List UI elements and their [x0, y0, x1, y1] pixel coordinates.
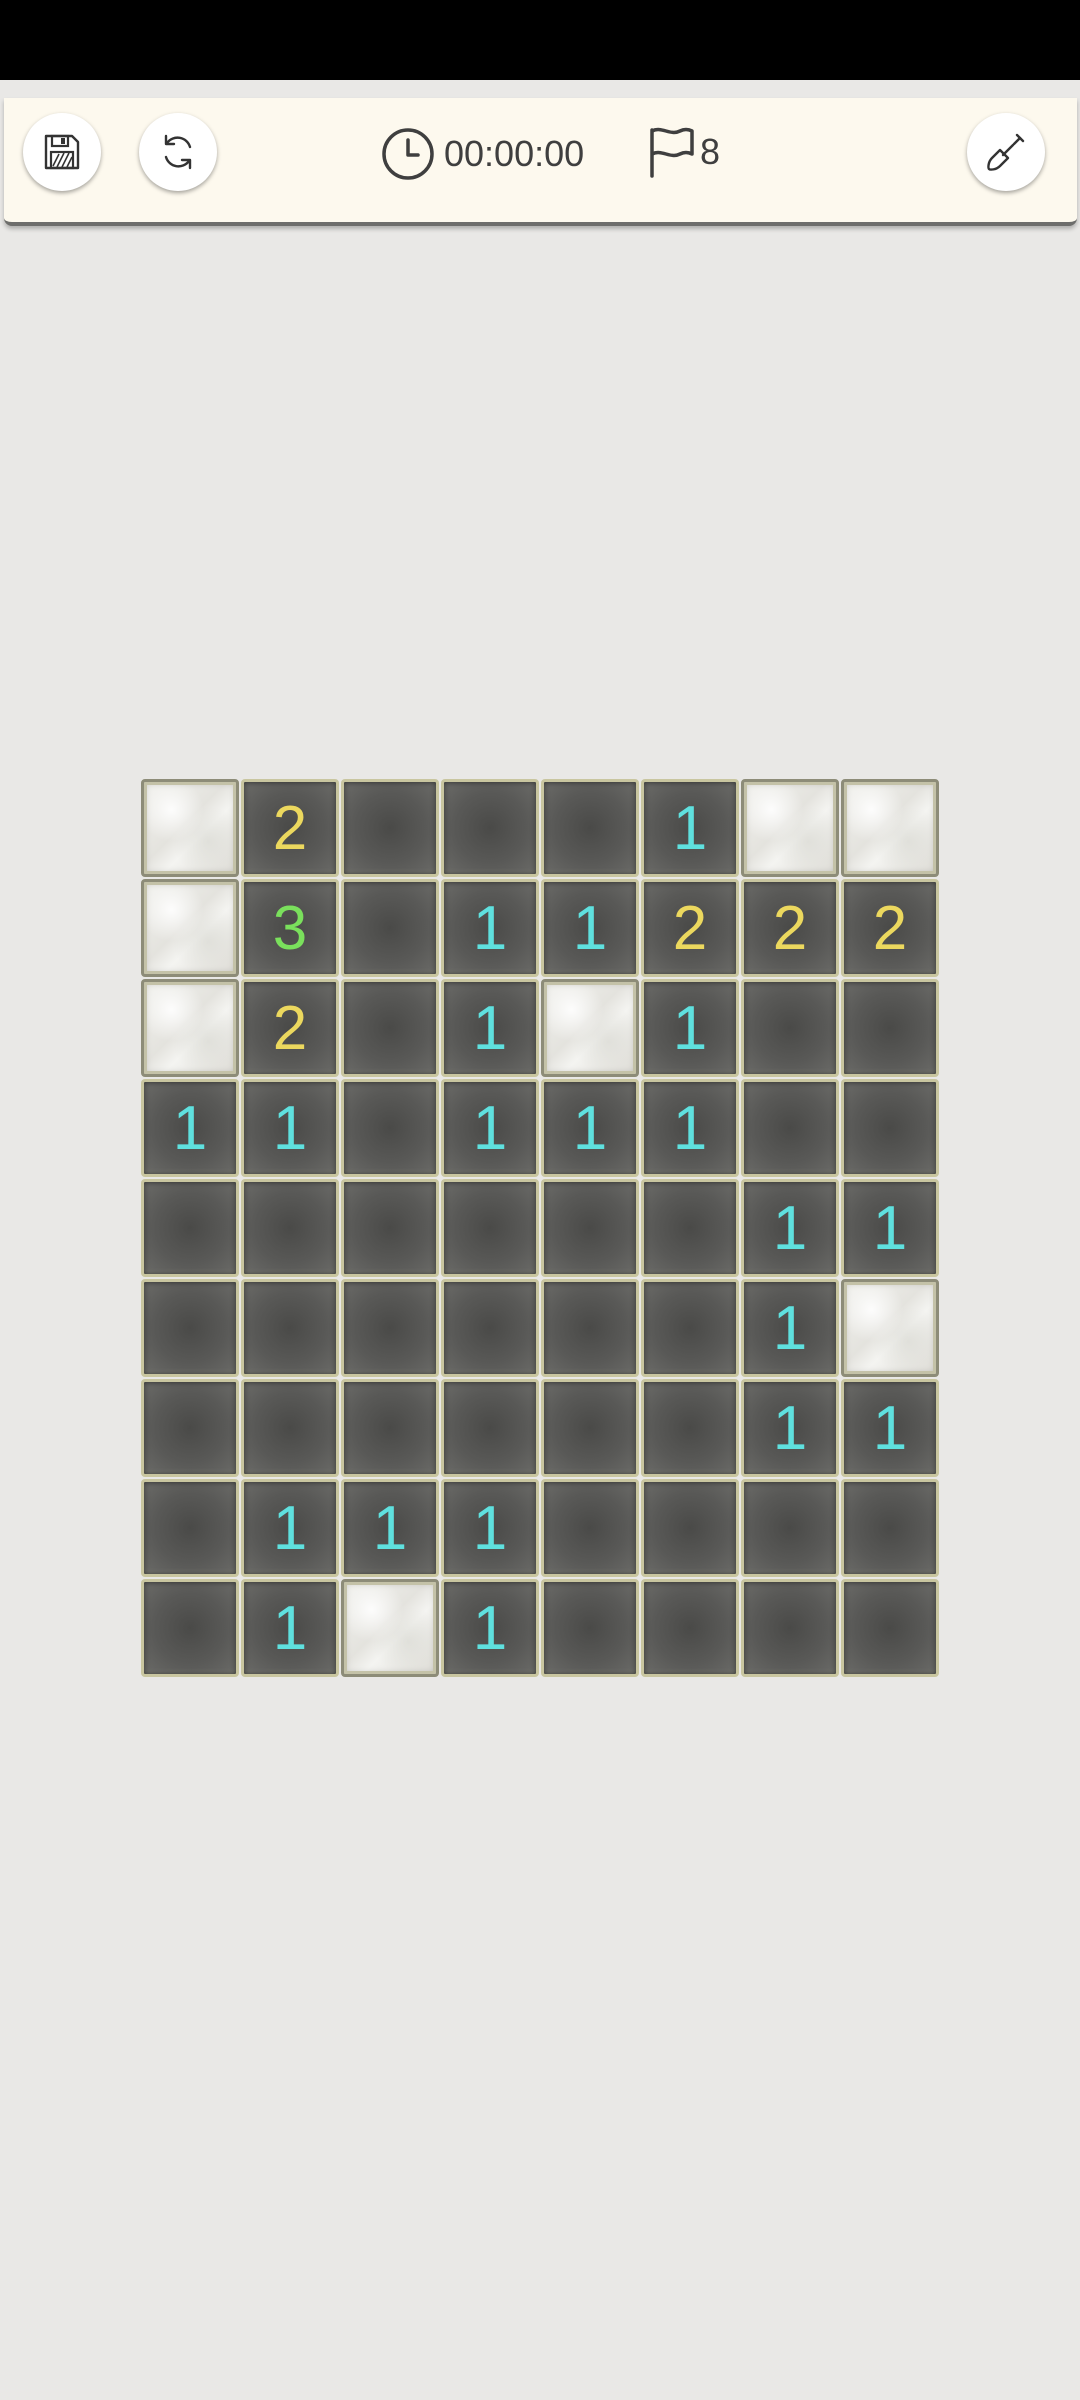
cell-empty[interactable] [741, 979, 839, 1077]
cell-number[interactable]: 1 [741, 1379, 839, 1477]
cell-number[interactable]: 3 [241, 879, 339, 977]
cell-number[interactable]: 1 [841, 1179, 939, 1277]
cell-empty[interactable] [841, 979, 939, 1077]
cell-number[interactable]: 1 [641, 779, 739, 877]
cell-unrevealed[interactable] [541, 979, 639, 1077]
cell-empty[interactable] [441, 1379, 539, 1477]
cell-empty[interactable] [641, 1479, 739, 1577]
cell-unrevealed[interactable] [141, 879, 239, 977]
cell-number[interactable]: 1 [341, 1479, 439, 1577]
cell-unrevealed[interactable] [141, 779, 239, 877]
cell-number[interactable]: 2 [241, 979, 339, 1077]
cell-empty[interactable] [141, 1379, 239, 1477]
cell-number[interactable]: 2 [841, 879, 939, 977]
cell-empty[interactable] [641, 1279, 739, 1377]
cell-empty[interactable] [341, 1279, 439, 1377]
cell-unrevealed[interactable] [841, 1279, 939, 1377]
cell-number[interactable]: 1 [441, 879, 539, 977]
cell-number[interactable]: 1 [641, 979, 739, 1077]
cell-empty[interactable] [241, 1379, 339, 1477]
toolbar: 00:00:00 8 [4, 98, 1077, 226]
flag-counter: 8 [646, 122, 720, 182]
cell-empty[interactable] [341, 1079, 439, 1177]
cell-number[interactable]: 1 [141, 1079, 239, 1177]
cell-empty[interactable] [641, 1579, 739, 1677]
cell-empty[interactable] [141, 1579, 239, 1677]
cell-number[interactable]: 2 [641, 879, 739, 977]
save-button[interactable] [23, 113, 101, 191]
restart-icon [164, 134, 192, 170]
cell-empty[interactable] [541, 1279, 639, 1377]
cell-unrevealed[interactable] [141, 979, 239, 1077]
cell-empty[interactable] [341, 1179, 439, 1277]
save-icon [44, 134, 80, 170]
cell-empty[interactable] [741, 1079, 839, 1177]
cell-number[interactable]: 1 [441, 1079, 539, 1177]
cell-number[interactable]: 1 [741, 1179, 839, 1277]
cell-number[interactable]: 2 [741, 879, 839, 977]
cell-empty[interactable] [441, 1279, 539, 1377]
cell-unrevealed[interactable] [841, 779, 939, 877]
cell-unrevealed[interactable] [741, 779, 839, 877]
cell-empty[interactable] [241, 1179, 339, 1277]
cell-empty[interactable] [741, 1479, 839, 1577]
clock-icon [382, 128, 434, 180]
cell-empty[interactable] [341, 1379, 439, 1477]
cell-number[interactable]: 1 [441, 1579, 539, 1677]
cell-number[interactable]: 1 [741, 1279, 839, 1377]
cell-empty[interactable] [341, 779, 439, 877]
cell-empty[interactable] [541, 1379, 639, 1477]
cell-empty[interactable] [541, 779, 639, 877]
cell-empty[interactable] [641, 1179, 739, 1277]
cell-empty[interactable] [441, 1179, 539, 1277]
cell-empty[interactable] [341, 879, 439, 977]
cell-number[interactable]: 1 [441, 1479, 539, 1577]
status-bar [0, 0, 1080, 80]
timer-value: 00:00:00 [444, 133, 585, 174]
flag-icon [650, 127, 694, 178]
cell-empty[interactable] [741, 1579, 839, 1677]
cell-empty[interactable] [541, 1579, 639, 1677]
cell-number[interactable]: 1 [641, 1079, 739, 1177]
cell-number[interactable]: 1 [241, 1079, 339, 1177]
cell-number[interactable]: 1 [841, 1379, 939, 1477]
cell-empty[interactable] [441, 779, 539, 877]
cell-number[interactable]: 1 [241, 1479, 339, 1577]
cell-empty[interactable] [141, 1479, 239, 1577]
cell-empty[interactable] [841, 1479, 939, 1577]
cell-unrevealed[interactable] [341, 1579, 439, 1677]
cell-number[interactable]: 2 [241, 779, 339, 877]
game-board: 21311222211111111111111111 [140, 778, 940, 1678]
cell-empty[interactable] [341, 979, 439, 1077]
cell-number[interactable]: 1 [541, 879, 639, 977]
flag-count: 8 [700, 131, 721, 172]
cell-empty[interactable] [841, 1079, 939, 1177]
dig-mode-button[interactable] [967, 113, 1045, 191]
cell-empty[interactable] [541, 1479, 639, 1577]
cell-empty[interactable] [841, 1579, 939, 1677]
cell-number[interactable]: 1 [241, 1579, 339, 1677]
timer: 00:00:00 [380, 124, 584, 184]
shovel-icon [987, 133, 1025, 171]
cell-empty[interactable] [641, 1379, 739, 1477]
cell-empty[interactable] [241, 1279, 339, 1377]
cell-empty[interactable] [141, 1179, 239, 1277]
cell-empty[interactable] [141, 1279, 239, 1377]
cell-number[interactable]: 1 [441, 979, 539, 1077]
restart-button[interactable] [139, 113, 217, 191]
cell-empty[interactable] [541, 1179, 639, 1277]
cell-number[interactable]: 1 [541, 1079, 639, 1177]
